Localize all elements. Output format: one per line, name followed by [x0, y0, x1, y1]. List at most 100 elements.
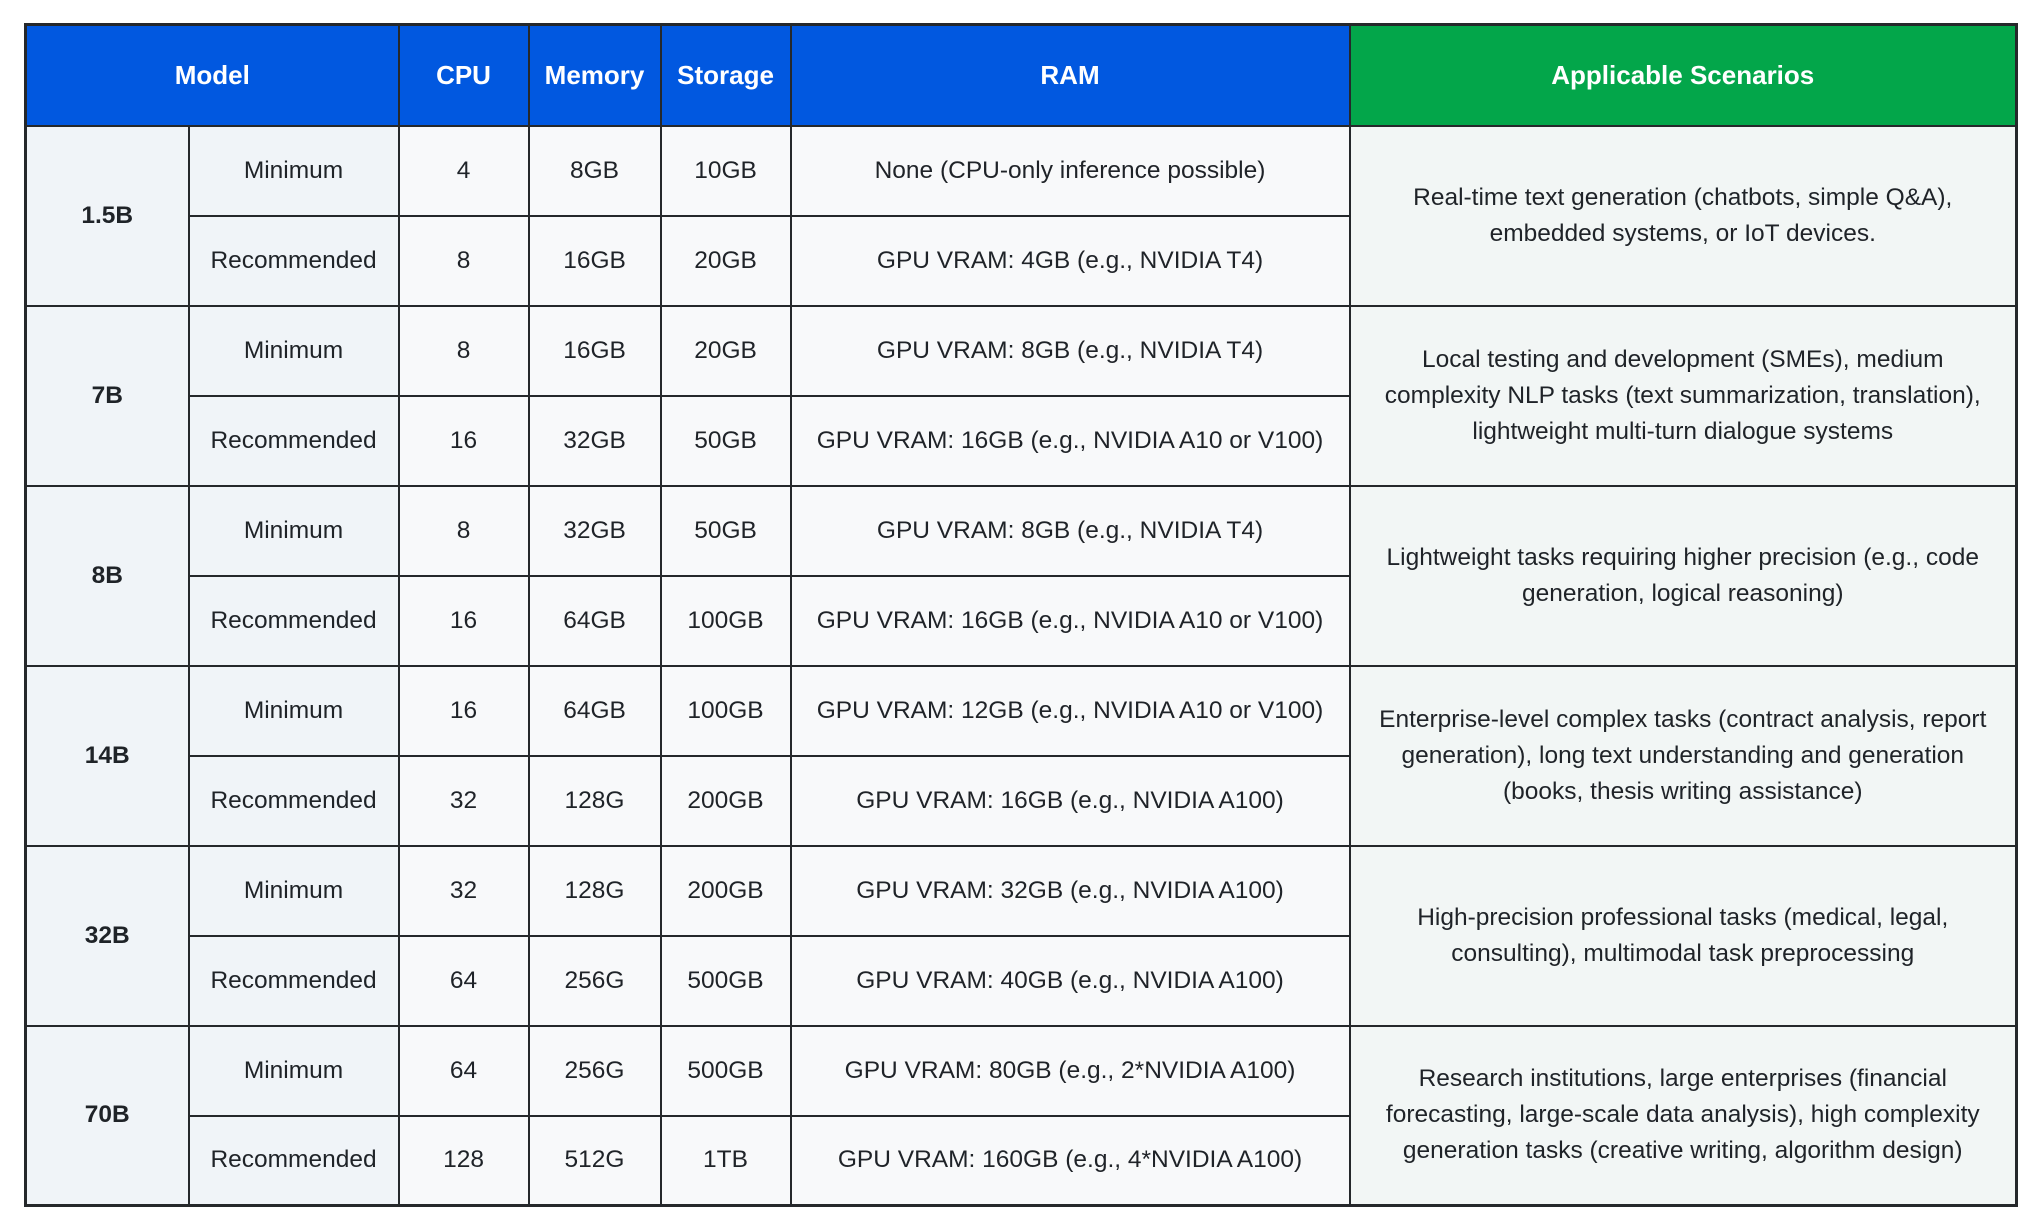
- tier-label-recommended: Recommended: [187, 754, 400, 847]
- storage-cell: 500GB: [659, 1024, 792, 1117]
- tier-label-recommended: Recommended: [187, 574, 400, 667]
- ram-cell: GPU VRAM: 8GB (e.g., NVIDIA T4): [789, 304, 1351, 397]
- model-size-cell: 1.5B: [24, 124, 190, 307]
- ram-cell: GPU VRAM: 16GB (e.g., NVIDIA A10 or V100…: [789, 394, 1351, 487]
- table-row-minimum: 32B Minimum 32 128G 200GB GPU VRAM: 32GB…: [24, 844, 2018, 1027]
- tier-label-recommended: Recommended: [187, 214, 400, 307]
- tier-label-minimum: Minimum: [187, 484, 400, 577]
- model-size-cell: 70B: [24, 1024, 190, 1207]
- memory-cell: 32GB: [527, 484, 662, 577]
- model-size-number: 8: [91, 561, 106, 589]
- tier-label-minimum: Minimum: [187, 124, 400, 217]
- header-cpu: CPU: [397, 23, 530, 127]
- ram-cell: GPU VRAM: 40GB (e.g., NVIDIA A100): [789, 934, 1351, 1027]
- header-row: Model CPU Memory Storage RAM Applicable …: [24, 23, 2018, 127]
- table-header: Model CPU Memory Storage RAM Applicable …: [24, 23, 2018, 127]
- cpu-cell: 32: [397, 754, 530, 847]
- memory-cell: 512G: [527, 1114, 662, 1207]
- storage-cell: 1TB: [659, 1114, 792, 1207]
- applicable-scenarios-cell: Local testing and development (SMEs), me…: [1348, 304, 2018, 487]
- cpu-cell: 64: [397, 1024, 530, 1117]
- model-size-cell: 32B: [24, 844, 190, 1027]
- header-applicable-scenarios: Applicable Scenarios: [1348, 23, 2018, 127]
- header-memory: Memory: [527, 23, 662, 127]
- memory-cell: 128G: [527, 844, 662, 937]
- table-row-minimum: 70B Minimum 64 256G 500GB GPU VRAM: 80GB…: [24, 1024, 2018, 1207]
- model-size-number: 70: [84, 1101, 113, 1129]
- model-size-number: 1.5: [81, 201, 116, 229]
- tier-label-recommended: Recommended: [187, 394, 400, 487]
- cpu-cell: 32: [397, 844, 530, 937]
- tier-label-minimum: Minimum: [187, 844, 400, 937]
- memory-cell: 16GB: [527, 304, 662, 397]
- applicable-scenarios-cell: High-precision professional tasks (medic…: [1348, 844, 2018, 1027]
- storage-cell: 200GB: [659, 754, 792, 847]
- storage-cell: 20GB: [659, 214, 792, 307]
- model-size-unit: B: [112, 921, 130, 949]
- model-size-unit: B: [105, 381, 123, 409]
- cpu-cell: 128: [397, 1114, 530, 1207]
- cpu-cell: 16: [397, 394, 530, 487]
- ram-cell: GPU VRAM: 4GB (e.g., NVIDIA T4): [789, 214, 1351, 307]
- tier-label-recommended: Recommended: [187, 934, 400, 1027]
- model-size-unit: B: [112, 741, 130, 769]
- model-size-number: 32: [84, 921, 113, 949]
- model-size-number: 14: [84, 741, 113, 769]
- ram-cell: GPU VRAM: 12GB (e.g., NVIDIA A10 or V100…: [789, 664, 1351, 757]
- memory-cell: 256G: [527, 1024, 662, 1117]
- applicable-scenarios-cell: Research institutions, large enterprises…: [1348, 1024, 2018, 1207]
- hardware-requirements-table: Model CPU Memory Storage RAM Applicable …: [24, 23, 2019, 1207]
- table-body: 1.5B Minimum 4 8GB 10GB None (CPU-only i…: [24, 124, 2018, 1207]
- cpu-cell: 8: [397, 304, 530, 397]
- cpu-cell: 16: [397, 664, 530, 757]
- ram-cell: GPU VRAM: 160GB (e.g., 4*NVIDIA A100): [789, 1114, 1351, 1207]
- model-size-cell: 14B: [24, 664, 190, 847]
- storage-cell: 10GB: [659, 124, 792, 217]
- storage-cell: 50GB: [659, 394, 792, 487]
- storage-cell: 100GB: [659, 664, 792, 757]
- cpu-cell: 4: [397, 124, 530, 217]
- table-row-minimum: 8B Minimum 8 32GB 50GB GPU VRAM: 8GB (e.…: [24, 484, 2018, 667]
- model-size-unit: B: [115, 201, 134, 229]
- memory-cell: 8GB: [527, 124, 662, 217]
- memory-cell: 64GB: [527, 664, 662, 757]
- applicable-scenarios-cell: Enterprise-level complex tasks (contract…: [1348, 664, 2018, 847]
- model-size-cell: 7B: [24, 304, 190, 487]
- model-size-unit: B: [105, 561, 123, 589]
- memory-cell: 64GB: [527, 574, 662, 667]
- storage-cell: 100GB: [659, 574, 792, 667]
- storage-cell: 200GB: [659, 844, 792, 937]
- header-storage: Storage: [659, 23, 792, 127]
- storage-cell: 500GB: [659, 934, 792, 1027]
- memory-cell: 16GB: [527, 214, 662, 307]
- ram-cell: GPU VRAM: 32GB (e.g., NVIDIA A100): [789, 844, 1351, 937]
- tier-label-minimum: Minimum: [187, 664, 400, 757]
- memory-cell: 256G: [527, 934, 662, 1027]
- cpu-cell: 64: [397, 934, 530, 1027]
- memory-cell: 128G: [527, 754, 662, 847]
- tier-label-minimum: Minimum: [187, 1024, 400, 1117]
- cpu-cell: 8: [397, 484, 530, 577]
- applicable-scenarios-cell: Real-time text generation (chatbots, sim…: [1348, 124, 2018, 307]
- model-size-number: 7: [91, 381, 106, 409]
- table-row-minimum: 14B Minimum 16 64GB 100GB GPU VRAM: 12GB…: [24, 664, 2018, 847]
- applicable-scenarios-cell: Lightweight tasks requiring higher preci…: [1348, 484, 2018, 667]
- ram-cell: None (CPU-only inference possible): [789, 124, 1351, 217]
- ram-cell: GPU VRAM: 16GB (e.g., NVIDIA A100): [789, 754, 1351, 847]
- tier-label-recommended: Recommended: [187, 1114, 400, 1207]
- ram-cell: GPU VRAM: 80GB (e.g., 2*NVIDIA A100): [789, 1024, 1351, 1117]
- header-ram: RAM: [789, 23, 1351, 127]
- storage-cell: 20GB: [659, 304, 792, 397]
- model-size-unit: B: [112, 1101, 130, 1129]
- table-row-minimum: 1.5B Minimum 4 8GB 10GB None (CPU-only i…: [24, 124, 2018, 307]
- tier-label-minimum: Minimum: [187, 304, 400, 397]
- cpu-cell: 8: [397, 214, 530, 307]
- storage-cell: 50GB: [659, 484, 792, 577]
- header-model: Model: [24, 23, 400, 127]
- table-row-minimum: 7B Minimum 8 16GB 20GB GPU VRAM: 8GB (e.…: [24, 304, 2018, 487]
- ram-cell: GPU VRAM: 16GB (e.g., NVIDIA A10 or V100…: [789, 574, 1351, 667]
- ram-cell: GPU VRAM: 8GB (e.g., NVIDIA T4): [789, 484, 1351, 577]
- cpu-cell: 16: [397, 574, 530, 667]
- model-size-cell: 8B: [24, 484, 190, 667]
- memory-cell: 32GB: [527, 394, 662, 487]
